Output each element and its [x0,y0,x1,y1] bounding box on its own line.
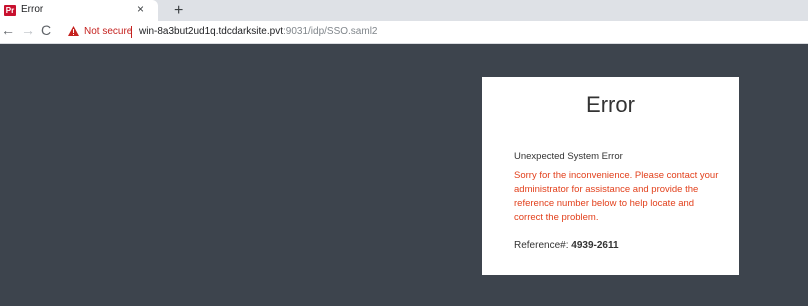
new-tab-button[interactable]: + [174,0,183,21]
app-favicon-icon: Pr [4,5,16,16]
tab-title: Error [21,4,44,15]
error-message: Sorry for the inconvenience. Please cont… [514,170,719,223]
reference-label: Reference#: [514,240,569,251]
reference-line: Reference#: 4939-2611 [514,240,619,251]
close-tab-icon[interactable]: × [137,2,144,16]
error-card: Error Unexpected System Error Sorry for … [482,77,739,275]
url-host: win-8a3but2ud1q.tdcdarksite.pvt [139,26,283,37]
tab-strip: Pr Error × + [0,0,808,21]
security-status[interactable]: Not secure [84,26,132,37]
warning-triangle-icon[interactable] [68,26,79,36]
error-title: Error [586,92,635,117]
browser-toolbar: ← → C Not secure win-8a3but2ud1q.tdcdark… [0,21,808,44]
url-path: :9031/idp/SSO.saml2 [282,26,378,37]
back-button[interactable]: ← [1,22,15,38]
address-divider [131,26,132,38]
error-subtitle: Unexpected System Error [514,151,623,162]
browser-tab[interactable]: Pr Error × [0,0,158,21]
reference-number: 4939-2611 [571,240,619,251]
address-bar[interactable]: win-8a3but2ud1q.tdcdarksite.pvt:9031/idp… [139,26,377,37]
forward-button[interactable]: → [21,22,35,38]
reload-button[interactable]: C [41,22,51,38]
